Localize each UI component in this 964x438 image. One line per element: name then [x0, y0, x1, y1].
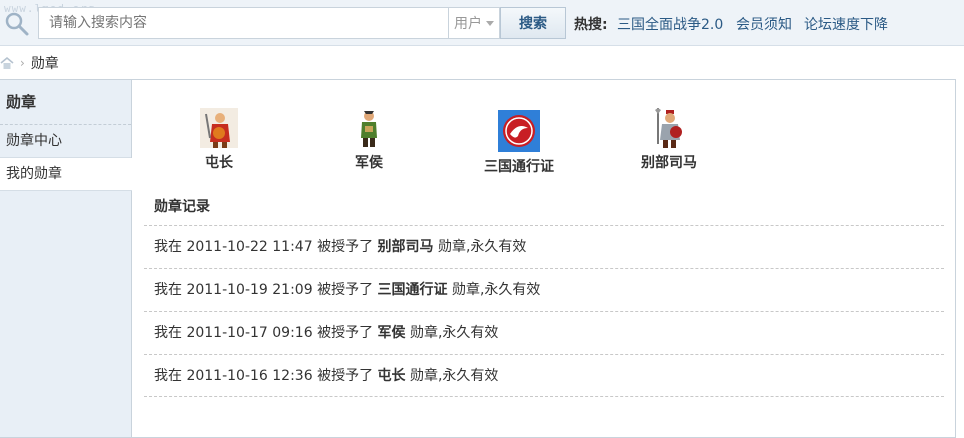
badge-name: 屯长 — [205, 155, 233, 171]
knight-red-icon — [655, 108, 682, 148]
badge-item[interactable]: 屯长 — [174, 108, 264, 172]
badge-name: 三国通行证 — [484, 159, 554, 175]
sidebar: 勋章 勋章中心 我的勋章 — [0, 80, 132, 437]
record-row: 我在 2011-10-22 11:47 被授予了 别部司马 勋章,永久有效 — [144, 225, 944, 268]
badge-name: 军侯 — [355, 155, 383, 171]
record-row: 我在 2011-10-17 09:16 被授予了 军侯 勋章,永久有效 — [144, 311, 944, 354]
hot-link-sanguo[interactable]: 三国全面战争2.0 — [617, 14, 723, 34]
soldier-green-icon — [361, 111, 377, 147]
records-title: 勋章记录 — [154, 199, 210, 215]
hot-link-member-notice[interactable]: 会员须知 — [736, 14, 792, 34]
records-list: 我在 2011-10-22 11:47 被授予了 别部司马 勋章,永久有效 我在… — [144, 225, 944, 397]
badge-item[interactable]: 三国通行证 — [469, 110, 569, 176]
record-row: 我在 2011-10-16 12:36 被授予了 屯长 勋章,永久有效 — [144, 354, 944, 397]
breadcrumb: › 勋章 — [0, 48, 964, 78]
warrior-red-icon — [200, 108, 238, 148]
breadcrumb-current: 勋章 — [30, 56, 59, 72]
home-icon[interactable] — [0, 56, 14, 70]
sidebar-item-my-medals[interactable]: 我的勋章 — [0, 158, 132, 191]
chevron-down-icon — [486, 20, 494, 26]
main-panel: 勋章 勋章中心 我的勋章 屯长 军侯 三国通行证 别部司马 勋章记录 我在 20… — [0, 79, 956, 438]
badge-item[interactable]: 军侯 — [324, 108, 414, 172]
search-icon[interactable] — [4, 11, 30, 37]
search-input[interactable] — [38, 7, 448, 39]
badge-name: 别部司马 — [641, 155, 697, 171]
medal-content: 屯长 军侯 三国通行证 别部司马 勋章记录 我在 2011-10-22 11:4… — [144, 80, 944, 437]
record-row: 我在 2011-10-19 21:09 被授予了 三国通行证 勋章,永久有效 — [144, 268, 944, 311]
blue-emblem-icon — [498, 110, 540, 152]
search-type-dropdown[interactable]: 用户 — [448, 7, 500, 39]
sidebar-title: 勋章 — [0, 80, 131, 125]
badge-item[interactable]: 别部司马 — [624, 108, 714, 172]
search-button[interactable]: 搜索 — [500, 7, 566, 39]
breadcrumb-separator: › — [20, 56, 25, 70]
hot-link-forum-speed[interactable]: 论坛速度下降 — [804, 14, 888, 34]
search-type-label: 用户 — [454, 16, 482, 32]
top-search-bar: www.lmod.org 用户 搜索 热搜: 三国全面战争2.0 会员须知 论坛… — [0, 0, 964, 46]
hot-search-label: 热搜: — [574, 17, 608, 33]
sidebar-item-medal-center[interactable]: 勋章中心 — [0, 125, 131, 158]
